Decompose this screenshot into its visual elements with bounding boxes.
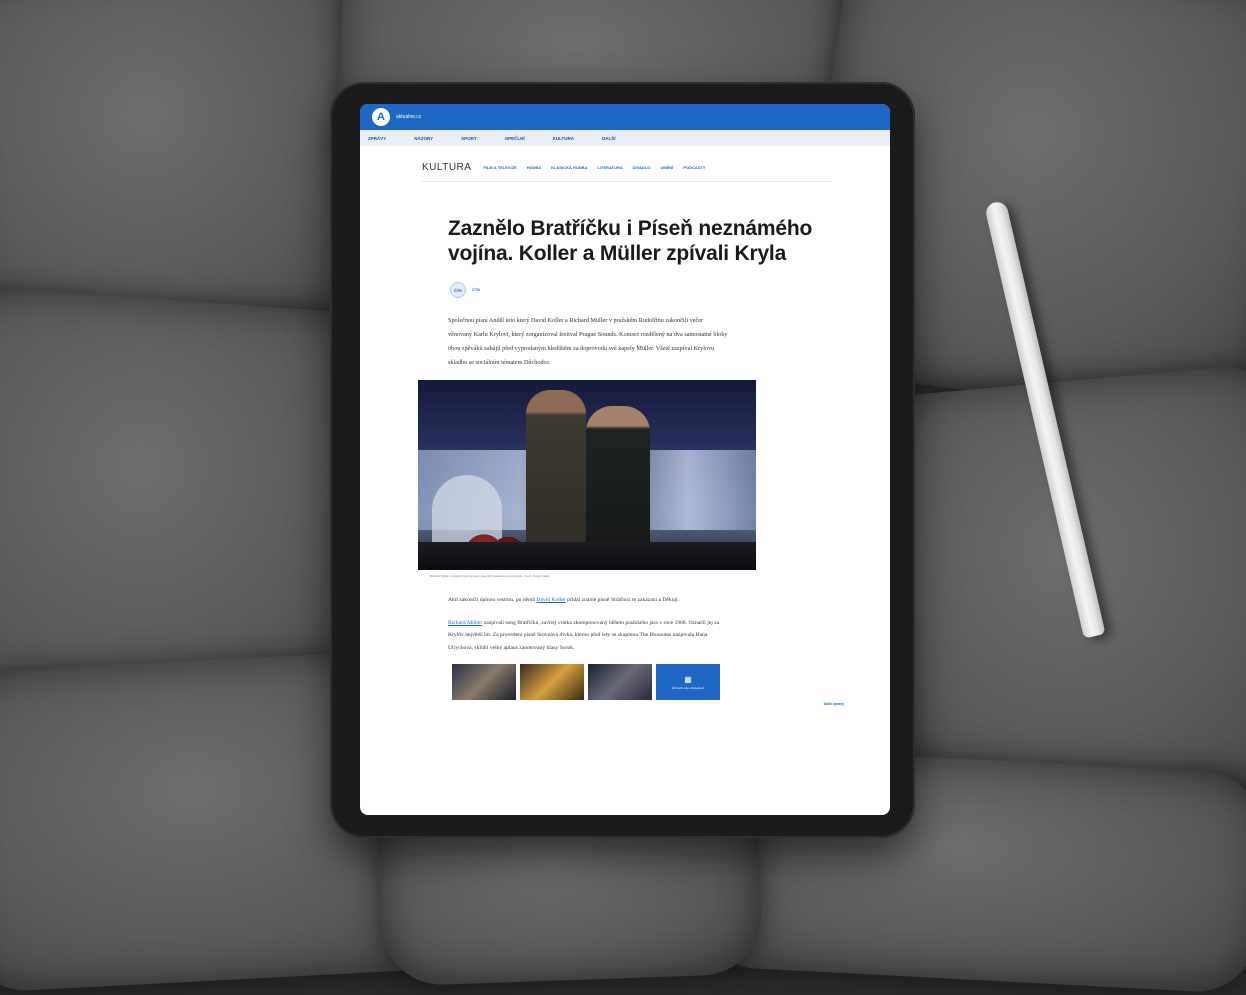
body-text: zazpívali song Bratříčku, zavírej vrátka… xyxy=(448,619,720,651)
gallery-thumb[interactable] xyxy=(452,664,516,700)
body-paragraph: Aktí zakončil úplnou vestrou, po němž Da… xyxy=(448,594,728,607)
nav-item[interactable]: SPORT xyxy=(461,136,477,141)
body-text: Aktí zakončil úplnou vestrou, po němž xyxy=(448,597,535,603)
article-byline: ČTK ČTK xyxy=(450,282,860,298)
nav-item[interactable]: OPEČLNÍ xyxy=(505,136,525,141)
link-david-koller[interactable]: David Koller xyxy=(536,597,565,603)
nav-item[interactable]: ZPRÁVY xyxy=(368,136,386,141)
gallery-icon: ▦ xyxy=(684,674,692,684)
author-info: ČTK xyxy=(472,287,480,294)
stage-floor xyxy=(418,542,756,570)
author-avatar[interactable]: ČTK xyxy=(450,282,466,298)
gallery-thumb[interactable] xyxy=(520,664,584,700)
subnav-item[interactable]: HUDBA xyxy=(527,165,541,170)
nav-item[interactable]: NÁZORY xyxy=(414,136,433,141)
tablet-device: A aktualne.cz ZPRÁVY NÁZORY SPORT OPEČLN… xyxy=(330,82,915,838)
section-bar: KULTURA FILM A TELEVIZE HUDBA KLASICKÁ H… xyxy=(422,162,832,182)
nav-item[interactable]: DALŠÍ xyxy=(602,136,616,141)
section-subnav: FILM A TELEVIZE HUDBA KLASICKÁ HUDBA LIT… xyxy=(483,165,705,170)
gallery-more-button[interactable]: ▦ Zobrazit celou fotogalerii xyxy=(656,664,720,700)
photo-gallery-strip: ▦ Zobrazit celou fotogalerii xyxy=(452,664,890,700)
nav-item[interactable]: KULTURA xyxy=(553,136,574,141)
site-name[interactable]: aktualne.cz xyxy=(396,114,421,120)
photo-caption: Richard Müller a David Koller koncert za… xyxy=(430,574,550,578)
subnav-item[interactable]: KLASICKÁ HUDBA xyxy=(551,165,587,170)
link-richard-muller[interactable]: Richard Müller xyxy=(448,620,482,626)
subnav-item[interactable]: FILM A TELEVIZE xyxy=(483,165,516,170)
article-body: Aktí zakončil úplnou vestrou, po němž Da… xyxy=(448,594,728,654)
body-text: přidal známé písně Stráčnici te zakázani… xyxy=(567,597,679,603)
subnav-item[interactable]: UMĚNÍ xyxy=(660,165,673,170)
subnav-item[interactable]: PODCASTY xyxy=(683,165,705,170)
subnav-item[interactable]: DIVADLO xyxy=(633,165,651,170)
site-logo-icon[interactable]: A xyxy=(372,108,390,126)
article-photo[interactable] xyxy=(418,380,756,570)
site-header: A aktualne.cz xyxy=(360,104,890,130)
subnav-item[interactable]: LITERATURA xyxy=(597,165,622,170)
section-title[interactable]: KULTURA xyxy=(422,162,471,173)
author-name[interactable]: ČTK xyxy=(472,287,480,292)
related-link[interactable]: Další zprávy xyxy=(824,702,844,706)
article-lead: Společnou písní Anděl toto který David K… xyxy=(448,317,728,366)
article-headline: Zaznělo Bratříčku i Píseň neznámého vojí… xyxy=(448,217,813,265)
gallery-label: Zobrazit celou fotogalerii xyxy=(671,685,705,690)
body-paragraph: Richard Müller zazpívali song Bratříčku,… xyxy=(448,617,728,655)
gallery-thumb[interactable] xyxy=(588,664,652,700)
tablet-screen: A aktualne.cz ZPRÁVY NÁZORY SPORT OPEČLN… xyxy=(360,104,890,815)
main-nav: ZPRÁVY NÁZORY SPORT OPEČLNÍ KULTURA DALŠ… xyxy=(360,130,890,146)
